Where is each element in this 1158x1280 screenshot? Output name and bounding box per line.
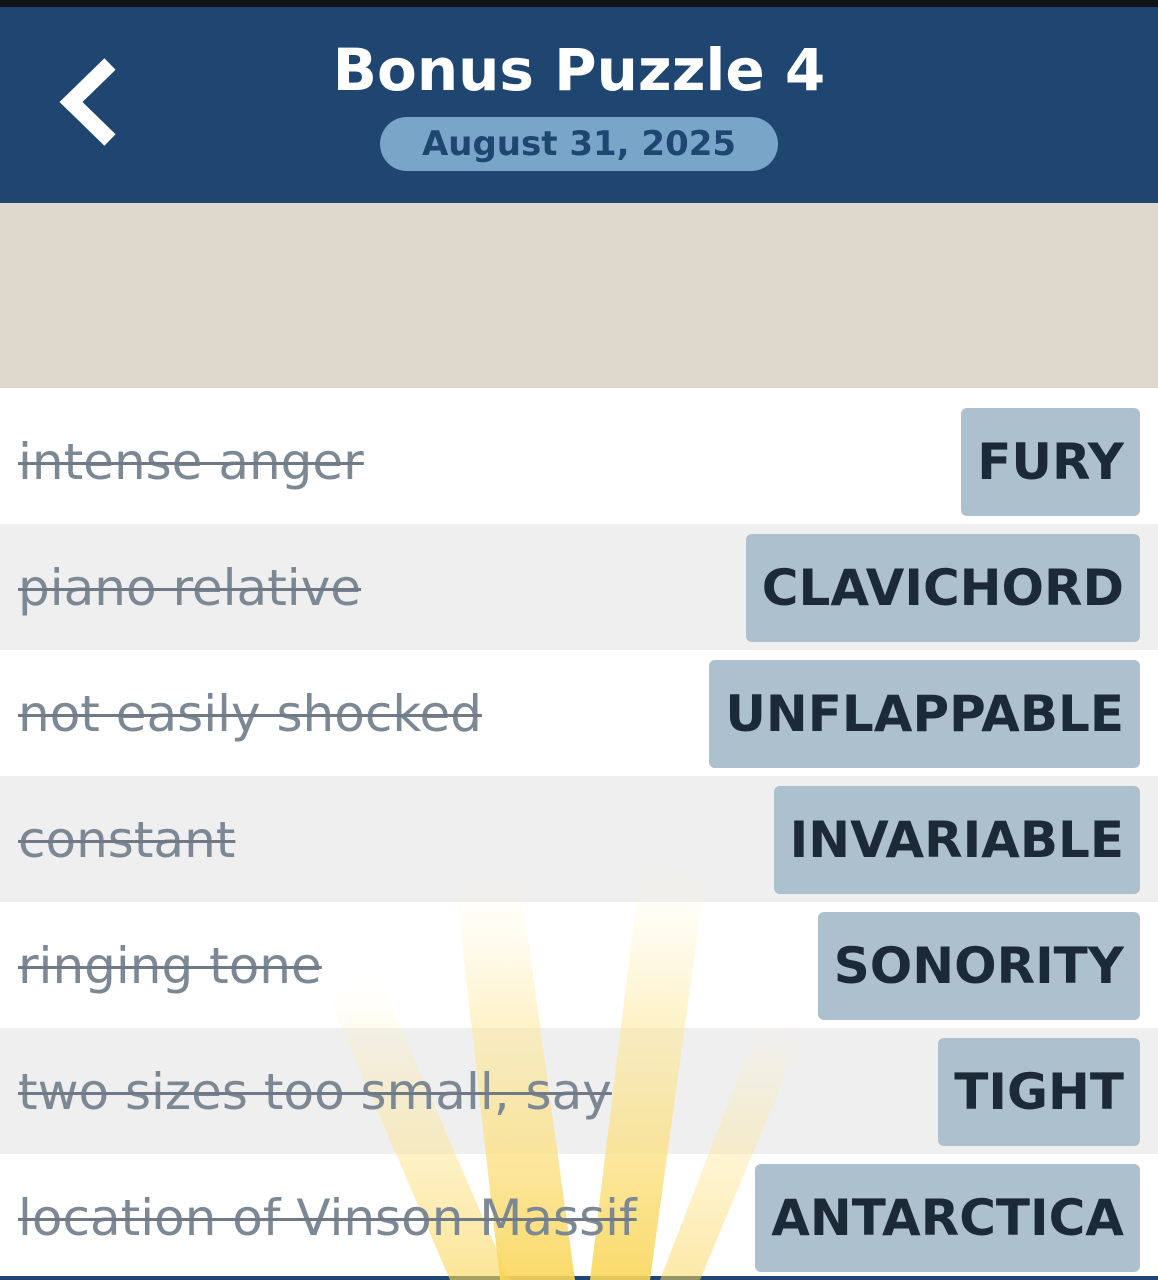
header-bar: Bonus Puzzle 4 August 31, 2025: [0, 7, 1158, 203]
clue-row[interactable]: two sizes too small, say TIGHT: [0, 1028, 1158, 1154]
clue-text: constant: [18, 811, 236, 869]
bottom-edge: [0, 1276, 1158, 1280]
answer-tile[interactable]: TIGHT: [938, 1038, 1140, 1146]
date-badge: August 31, 2025: [380, 117, 778, 171]
clue-row[interactable]: location of Vinson Massif ANTARCTICA: [0, 1154, 1158, 1280]
clue-text: not easily shocked: [18, 685, 482, 743]
clue-text: location of Vinson Massif: [18, 1189, 637, 1247]
clue-row[interactable]: not easily shocked UNFLAPPABLE: [0, 650, 1158, 776]
clue-text: ringing tone: [18, 937, 322, 995]
clue-list: intense anger FURY piano relative CLAVICHOR…: [0, 398, 1158, 1280]
answer-tile[interactable]: UNFLAPPABLE: [709, 660, 1140, 768]
answer-tile[interactable]: ANTARCTICA: [755, 1164, 1140, 1272]
clue-row[interactable]: ringing tone SONORITY: [0, 902, 1158, 1028]
answer-tile[interactable]: SONORITY: [817, 912, 1140, 1020]
clue-text: two sizes too small, say: [18, 1063, 612, 1121]
clue-row[interactable]: intense anger FURY: [0, 398, 1158, 524]
answer-tile[interactable]: INVARIABLE: [773, 786, 1140, 894]
banner-area: [0, 203, 1158, 388]
clue-row[interactable]: piano relative CLAVICHORD: [0, 524, 1158, 650]
top-status-strip: [0, 0, 1158, 7]
clue-text: intense anger: [18, 433, 364, 491]
answer-tile[interactable]: CLAVICHORD: [745, 534, 1140, 642]
answer-tile[interactable]: FURY: [961, 408, 1140, 516]
clue-row[interactable]: constant INVARIABLE: [0, 776, 1158, 902]
page-title: Bonus Puzzle 4: [332, 36, 826, 104]
clue-text: piano relative: [18, 559, 362, 617]
